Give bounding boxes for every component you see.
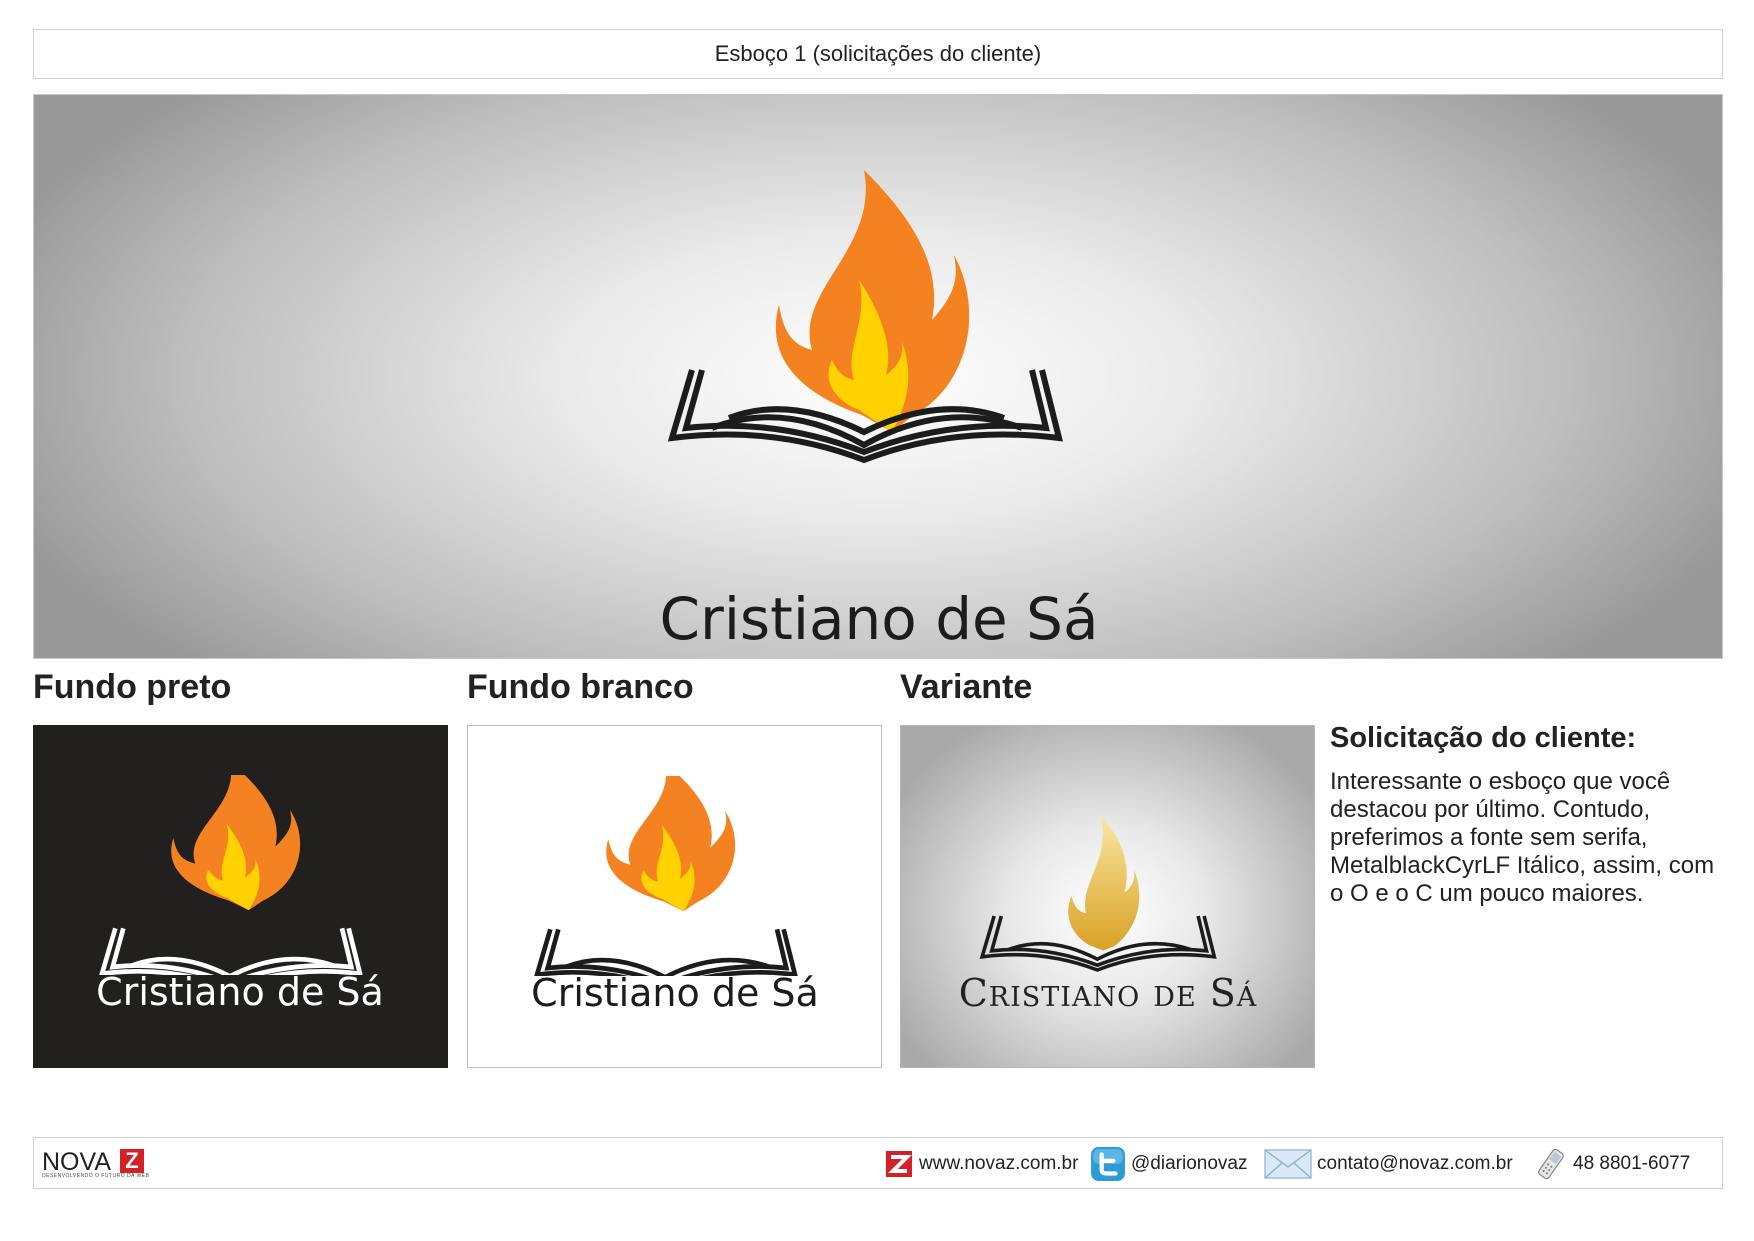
heading-fundo-branco: Fundo branco <box>467 668 694 706</box>
flame-book-icon <box>667 170 1063 464</box>
contact-phone[interactable]: 48 8801-6077 <box>1534 1148 1690 1180</box>
novaz-logo-icon: Z <box>120 1149 144 1173</box>
footer-bar: NOVA Z DESENVOLVENDO O FUTURO DA WEB www… <box>33 1137 1723 1189</box>
gold-flame-book-icon <box>979 816 1217 972</box>
logo-variant: Cristiano de Sá <box>958 776 1258 1067</box>
novaz-brand: NOVA Z DESENVOLVENDO O FUTURO DA WEB <box>42 1146 152 1180</box>
contact-website[interactable]: www.novaz.com.br <box>884 1148 1078 1180</box>
heading-fundo-preto: Fundo preto <box>33 668 232 706</box>
hero-logo-preview: Cristiano de Sá <box>33 94 1723 659</box>
panel-white-background: Cristiano de Sá <box>467 725 882 1068</box>
phone-number[interactable]: 48 8801-6077 <box>1573 1153 1690 1175</box>
phone-icon <box>1538 1148 1564 1180</box>
contact-email[interactable]: contato@novaz.com.br <box>1264 1148 1513 1180</box>
novaz-logo-icon <box>886 1151 912 1177</box>
mail-icon <box>1264 1149 1312 1179</box>
flame-book-icon <box>534 776 798 976</box>
flame-book-icon <box>99 775 363 975</box>
panel-variant: Cristiano de Sá <box>900 725 1315 1068</box>
hero-wordmark: Cristiano de Sá <box>659 585 1099 653</box>
twitter-icon <box>1091 1147 1125 1181</box>
wordmark-black-panel: Cristiano de Sá <box>96 970 384 1014</box>
client-request-body: Interessante o esboço que você destacou … <box>1330 768 1715 907</box>
logo-on-black: Cristiano de Sá <box>90 775 390 1068</box>
sketch-title: Esboço 1 (solicitações do cliente) <box>33 29 1723 79</box>
contact-twitter[interactable]: @diarionovaz <box>1090 1147 1247 1181</box>
brand-tagline: DESENVOLVENDO O FUTURO DA WEB <box>42 1173 150 1179</box>
heading-variante: Variante <box>900 668 1033 706</box>
twitter-handle[interactable]: @diarionovaz <box>1131 1153 1247 1175</box>
logo-on-white: Cristiano de Sá <box>525 776 825 1067</box>
email-link[interactable]: contato@novaz.com.br <box>1317 1153 1513 1175</box>
wordmark-white-panel: Cristiano de Sá <box>531 971 819 1015</box>
wordmark-variant: Cristiano de Sá <box>958 971 1258 1015</box>
hero-logo: Cristiano de Sá <box>654 170 1104 658</box>
client-request-title: Solicitação do cliente: <box>1330 722 1637 754</box>
website-link[interactable]: www.novaz.com.br <box>919 1153 1078 1175</box>
panel-black-background: Cristiano de Sá <box>33 725 448 1068</box>
